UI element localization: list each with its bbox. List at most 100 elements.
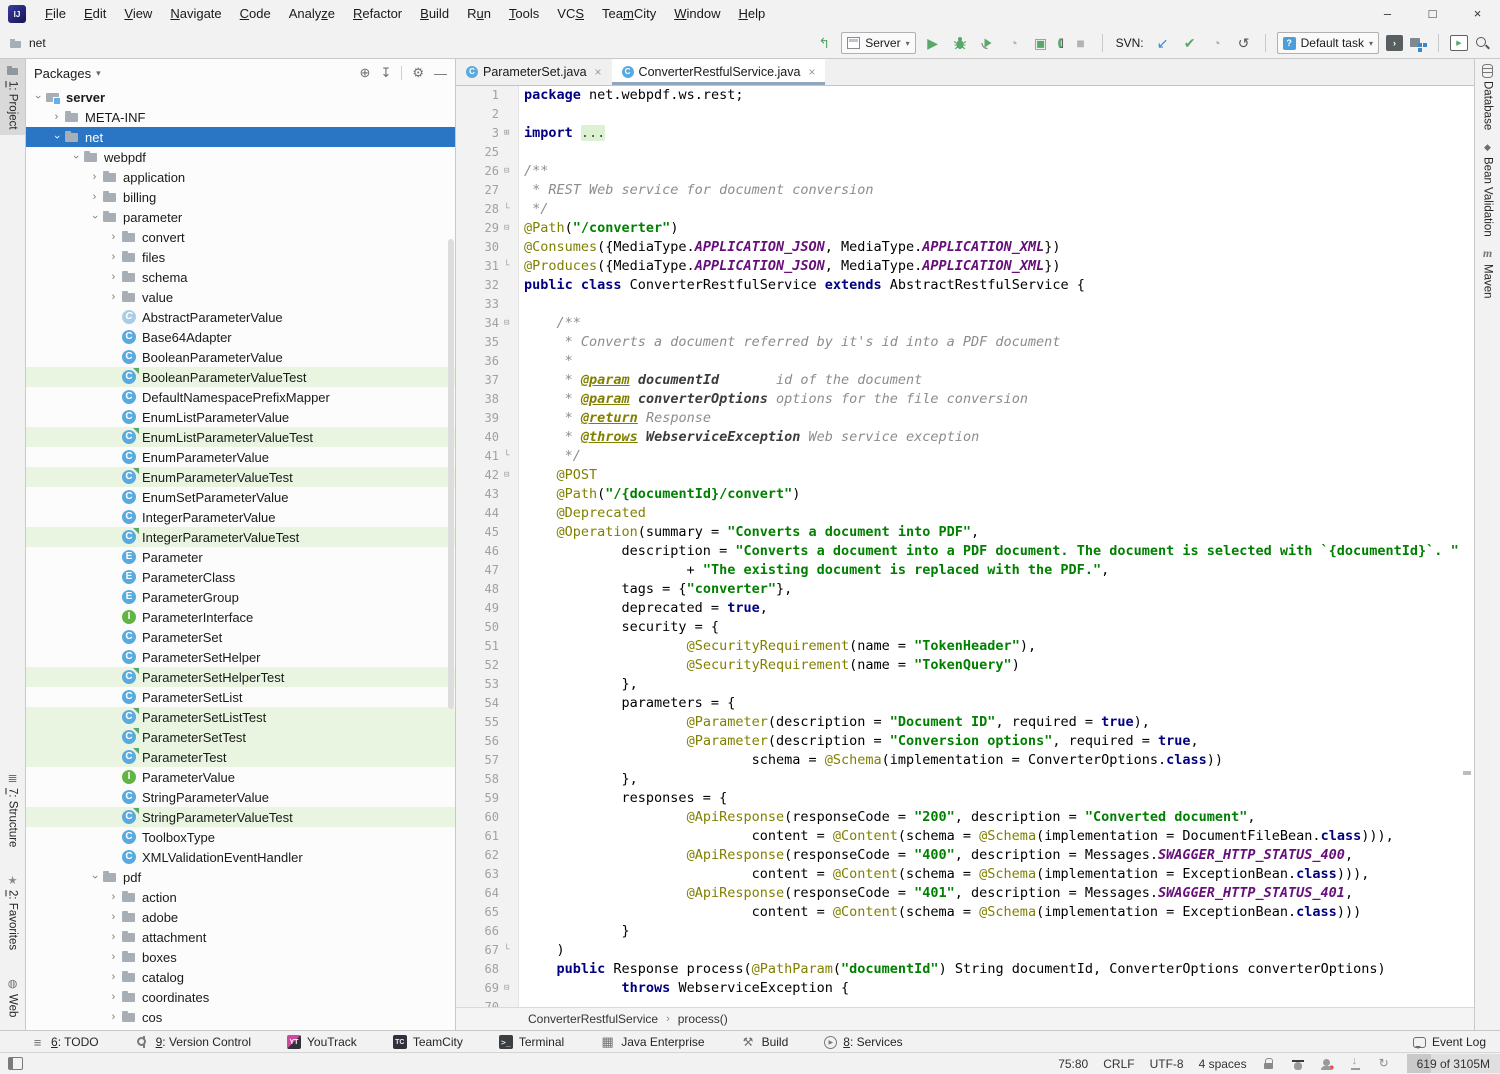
- tool-window-button-6-todo[interactable]: 6: TODO: [30, 1035, 99, 1049]
- chevron-closed-icon[interactable]: [106, 931, 121, 943]
- code-line-67[interactable]: 67└ ): [456, 941, 1474, 960]
- toolwindow-toggle-icon[interactable]: [8, 1057, 23, 1070]
- tool-button-maven[interactable]: Maven: [1475, 242, 1500, 304]
- line-number[interactable]: 32: [456, 276, 504, 295]
- fold-open-icon[interactable]: ⊟: [504, 314, 518, 333]
- tree-node-stringparametervalue[interactable]: StringParameterValue: [26, 787, 455, 807]
- line-number[interactable]: 68: [456, 960, 504, 979]
- line-number[interactable]: 61: [456, 827, 504, 846]
- code-line-29[interactable]: 29⊟@Path("/converter"): [456, 219, 1474, 238]
- line-number[interactable]: 69: [456, 979, 504, 998]
- project-breadcrumb[interactable]: net: [29, 36, 46, 50]
- menu-vcs[interactable]: VCS: [548, 0, 593, 28]
- line-number[interactable]: 60: [456, 808, 504, 827]
- tree-node-boxes[interactable]: boxes: [26, 947, 455, 967]
- project-structure-icon[interactable]: [1410, 36, 1427, 51]
- code-line-65[interactable]: 65 content = @Content(schema = @Schema(i…: [456, 903, 1474, 922]
- chevron-open-icon[interactable]: [87, 871, 102, 883]
- code-line-47[interactable]: 47 + "The existing document is replaced …: [456, 561, 1474, 580]
- code-line-64[interactable]: 64 @ApiResponse(responseCode = "401", de…: [456, 884, 1474, 903]
- close-tab-icon[interactable]: ×: [808, 65, 815, 79]
- menu-file[interactable]: File: [36, 0, 75, 28]
- tree-node-base64adapter[interactable]: Base64Adapter: [26, 327, 455, 347]
- attach-to-process-button[interactable]: ((]: [1058, 38, 1064, 49]
- code-line-33[interactable]: 33: [456, 295, 1474, 314]
- settings-gear-icon[interactable]: ⚙: [412, 65, 424, 81]
- profiler-button[interactable]: ◔: [1004, 33, 1024, 53]
- close-tab-icon[interactable]: ×: [595, 65, 602, 79]
- menu-code[interactable]: Code: [231, 0, 280, 28]
- line-number[interactable]: 63: [456, 865, 504, 884]
- code-line-48[interactable]: 48 tags = {"converter"},: [456, 580, 1474, 599]
- fold-end-icon[interactable]: └: [504, 447, 518, 466]
- line-number[interactable]: 36: [456, 352, 504, 371]
- line-number[interactable]: 1: [456, 86, 504, 105]
- indent-indicator[interactable]: 4 spaces: [1199, 1057, 1247, 1071]
- tree-node-integerparametervaluetest[interactable]: IntegerParameterValueTest: [26, 527, 455, 547]
- code-line-57[interactable]: 57 schema = @Schema(implementation = Con…: [456, 751, 1474, 770]
- history-button[interactable]: ◔: [1207, 33, 1227, 53]
- tree-node-integerparametervalue[interactable]: IntegerParameterValue: [26, 507, 455, 527]
- chevron-closed-icon[interactable]: [87, 191, 102, 203]
- code-line-40[interactable]: 40 * @throws WebserviceException Web ser…: [456, 428, 1474, 447]
- tree-node-enumparametervaluetest[interactable]: EnumParameterValueTest: [26, 467, 455, 487]
- tool-button-7-structure[interactable]: 7: Structure: [0, 766, 25, 852]
- tool-button-1-project[interactable]: 1: Project: [0, 59, 25, 135]
- chevron-closed-icon[interactable]: [106, 271, 121, 283]
- code-line-45[interactable]: 45 @Operation(summary = "Converts a docu…: [456, 523, 1474, 542]
- tree-node-defaultnamespaceprefixmapper[interactable]: DefaultNamespacePrefixMapper: [26, 387, 455, 407]
- tree-node-parametersetlisttest[interactable]: ParameterSetListTest: [26, 707, 455, 727]
- tree-node-coordinates[interactable]: coordinates: [26, 987, 455, 1007]
- download-icon[interactable]: [1349, 1057, 1363, 1071]
- code-line-26[interactable]: 26⊟/**: [456, 162, 1474, 181]
- chevron-open-icon[interactable]: [68, 151, 83, 163]
- chevron-open-icon[interactable]: [30, 91, 45, 103]
- tree-node-parameterset[interactable]: ParameterSet: [26, 627, 455, 647]
- tree-node-parametergroup[interactable]: ParameterGroup: [26, 587, 455, 607]
- line-number[interactable]: 31: [456, 257, 504, 276]
- code-line-32[interactable]: 32public class ConverterRestfulService e…: [456, 276, 1474, 295]
- tree-node-stringparametervaluetest[interactable]: StringParameterValueTest: [26, 807, 455, 827]
- tree-node-parametertest[interactable]: ParameterTest: [26, 747, 455, 767]
- tree-node-booleanparametervalue[interactable]: BooleanParameterValue: [26, 347, 455, 367]
- run-anything-icon[interactable]: [1450, 35, 1468, 51]
- line-number[interactable]: 33: [456, 295, 504, 314]
- line-number[interactable]: 66: [456, 922, 504, 941]
- chevron-closed-icon[interactable]: [106, 891, 121, 903]
- code-line-27[interactable]: 27 * REST Web service for document conve…: [456, 181, 1474, 200]
- code-line-36[interactable]: 36 *: [456, 352, 1474, 371]
- menu-navigate[interactable]: Navigate: [161, 0, 230, 28]
- readonly-lock-icon[interactable]: [1262, 1057, 1276, 1071]
- tree-node-parametervalue[interactable]: ParameterValue: [26, 767, 455, 787]
- chevron-closed-icon[interactable]: [87, 171, 102, 183]
- tree-node-parametersettest[interactable]: ParameterSetTest: [26, 727, 455, 747]
- code-line-37[interactable]: 37 * @param documentId id of the documen…: [456, 371, 1474, 390]
- tree-node-attachment[interactable]: attachment: [26, 927, 455, 947]
- line-number[interactable]: 55: [456, 713, 504, 732]
- chevron-closed-icon[interactable]: [106, 911, 121, 923]
- chevron-closed-icon[interactable]: [106, 1011, 121, 1023]
- attach-testng-button[interactable]: ▣: [1031, 33, 1051, 53]
- line-number[interactable]: 59: [456, 789, 504, 808]
- navigate-back-icon[interactable]: ↰: [814, 33, 834, 53]
- menu-refactor[interactable]: Refactor: [344, 0, 411, 28]
- line-number[interactable]: 45: [456, 523, 504, 542]
- code-line-52[interactable]: 52 @SecurityRequirement(name = "TokenQue…: [456, 656, 1474, 675]
- locate-file-icon[interactable]: ⊕: [360, 65, 371, 81]
- console-icon[interactable]: [1386, 35, 1403, 51]
- commit-changes-button[interactable]: ✔: [1180, 33, 1200, 53]
- code-line-50[interactable]: 50 security = {: [456, 618, 1474, 637]
- chevron-open-icon[interactable]: [87, 211, 102, 223]
- maximize-button[interactable]: □: [1410, 0, 1455, 28]
- code-line-39[interactable]: 39 * @return Response: [456, 409, 1474, 428]
- tool-window-button-event-log[interactable]: Event Log: [1413, 1035, 1486, 1049]
- fold-open-icon[interactable]: ⊟: [504, 219, 518, 238]
- menu-tools[interactable]: Tools: [500, 0, 548, 28]
- code-line-41[interactable]: 41└ */: [456, 447, 1474, 466]
- tree-node-server[interactable]: server: [26, 87, 455, 107]
- tree-node-enumsetparametervalue[interactable]: EnumSetParameterValue: [26, 487, 455, 507]
- tool-window-button-youtrack[interactable]: YouTrack: [287, 1035, 357, 1049]
- tool-window-button-java-enterprise[interactable]: Java Enterprise: [600, 1035, 704, 1049]
- line-number[interactable]: 50: [456, 618, 504, 637]
- breadcrumb-converterrestfulservice[interactable]: ConverterRestfulService: [528, 1012, 658, 1026]
